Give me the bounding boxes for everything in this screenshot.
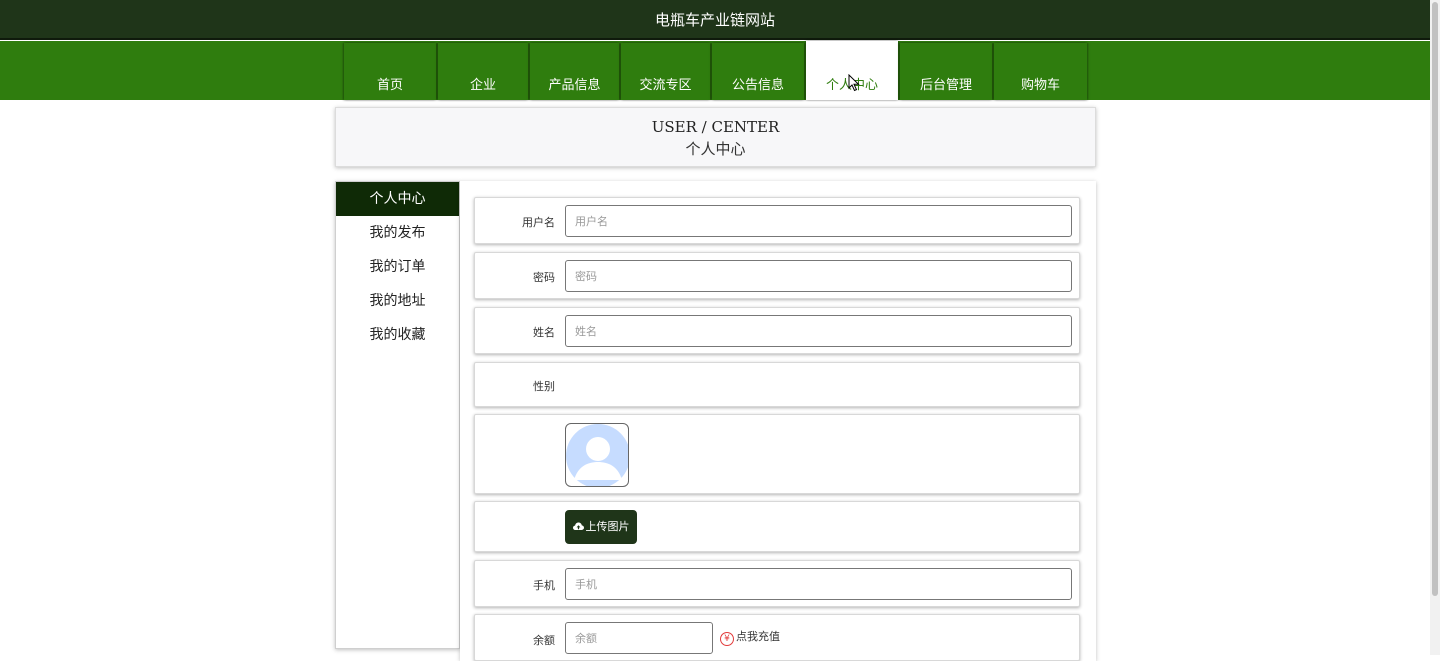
recharge-label: 点我充值 (736, 630, 780, 643)
avatar-person-icon (566, 424, 628, 486)
site-title: 电瓶车产业链网站 (654, 11, 775, 29)
username-input[interactable] (565, 205, 1072, 237)
sidebar-item-my-addresses[interactable]: 我的地址 (336, 284, 459, 318)
form-row-avatar (474, 414, 1080, 494)
nav-products[interactable]: 产品信息 (530, 43, 619, 100)
form-row-balance: 余额 ¥点我充值 (474, 614, 1080, 661)
yen-icon: ¥ (720, 632, 734, 646)
main-nav: 首页 企业 产品信息 交流专区 公告信息 个人中心 后台管理 购物车 (0, 41, 1430, 100)
user-avatar-placeholder[interactable] (565, 423, 629, 487)
form-row-username: 用户名 (474, 197, 1080, 244)
sidebar-item-user-center[interactable]: 个人中心 (336, 182, 459, 216)
form-row-upload: 上传图片 (474, 501, 1080, 552)
name-input[interactable] (565, 315, 1072, 347)
sidebar-item-my-favorites[interactable]: 我的收藏 (336, 318, 459, 352)
recharge-link[interactable]: ¥ 点我充值 (720, 628, 780, 646)
form-row-password: 密码 (474, 252, 1080, 299)
upload-image-label: 上传图片 (585, 520, 630, 533)
balance-label: 余额 (533, 634, 555, 647)
sidebar-item-my-posts[interactable]: 我的发布 (336, 216, 459, 250)
name-label: 姓名 (533, 326, 555, 339)
nav-cart[interactable]: 购物车 (994, 43, 1087, 100)
gender-label: 性别 (533, 380, 555, 393)
nav-admin[interactable]: 后台管理 (900, 43, 992, 100)
nav-home[interactable]: 首页 (344, 43, 436, 100)
nav-enterprise[interactable]: 企业 (438, 43, 528, 100)
form-row-gender: 性别 (474, 362, 1080, 407)
cloud-upload-icon (572, 522, 584, 530)
nav-announcements[interactable]: 公告信息 (712, 43, 804, 100)
form-row-phone: 手机 (474, 560, 1080, 607)
username-label: 用户名 (522, 216, 555, 229)
mouse-cursor-icon (848, 74, 860, 92)
phone-input[interactable] (565, 568, 1072, 600)
form-row-name: 姓名 (474, 307, 1080, 354)
page-title-zh: 个人中心 (685, 140, 746, 158)
site-topbar: 电瓶车产业链网站 (0, 0, 1430, 40)
page-header: USER / CENTER 个人中心 (335, 107, 1096, 167)
upload-image-button[interactable]: 上传图片 (565, 510, 637, 544)
password-input[interactable] (565, 260, 1072, 292)
page-scrollbar[interactable] (1430, 0, 1440, 655)
page-title-en: USER / CENTER (651, 118, 780, 136)
user-sidebar: 个人中心 我的发布 我的订单 我的地址 我的收藏 (335, 181, 460, 649)
phone-label: 手机 (533, 579, 555, 592)
nav-forum[interactable]: 交流专区 (621, 43, 710, 100)
balance-input[interactable] (565, 622, 713, 654)
scrollbar-thumb[interactable] (1432, 2, 1438, 596)
password-label: 密码 (533, 271, 555, 284)
sidebar-item-my-orders[interactable]: 我的订单 (336, 250, 459, 284)
